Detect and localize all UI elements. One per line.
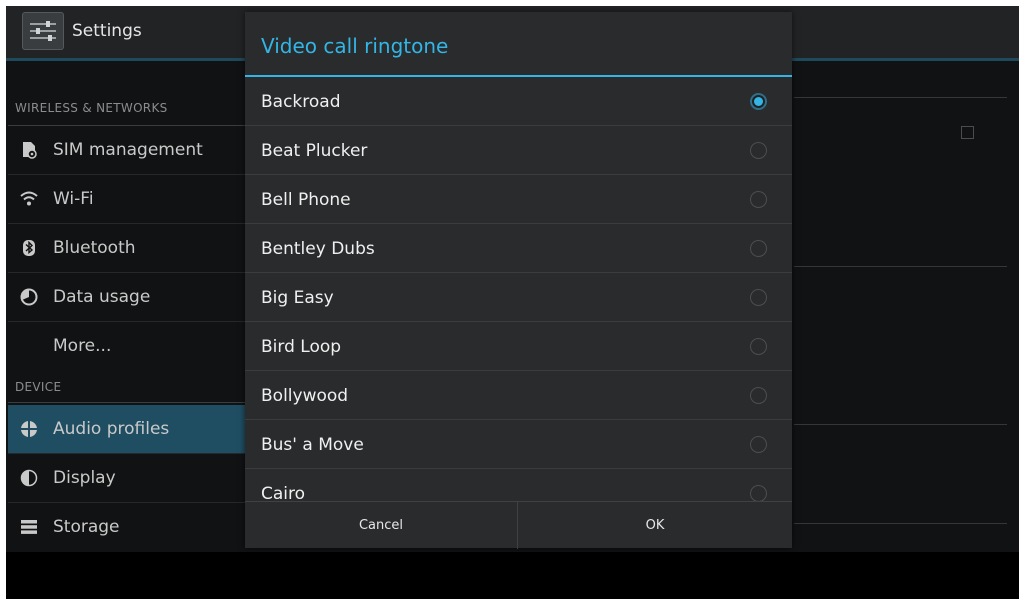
radio-button[interactable]: [750, 142, 767, 159]
storage-icon: [21, 520, 37, 534]
ringtone-option-label: Bollywood: [261, 386, 349, 406]
ringtone-option[interactable]: Backroad: [245, 77, 792, 126]
radio-button[interactable]: [750, 485, 767, 501]
section-divider: [8, 402, 246, 403]
cancel-button[interactable]: Cancel: [245, 502, 517, 549]
sim-card-icon: [23, 142, 37, 159]
system-navigation-bar: [6, 552, 1019, 599]
sidebar-item-wifi[interactable]: Wi-Fi: [8, 175, 246, 223]
sidebar-item-label: Display: [53, 468, 116, 488]
ringtone-option[interactable]: Bollywood: [245, 371, 792, 420]
radio-button[interactable]: [750, 191, 767, 208]
ringtone-option[interactable]: Beat Plucker: [245, 126, 792, 175]
audio-profiles-icon: [21, 421, 37, 437]
radio-button[interactable]: [750, 338, 767, 355]
sidebar-item-label: Data usage: [53, 287, 151, 307]
detail-divider: [794, 523, 1007, 524]
sidebar-item-more[interactable]: More...: [8, 322, 246, 370]
ringtone-dialog: Video call ringtone Backroad Beat Plucke…: [245, 12, 792, 549]
sidebar-item-label: Audio profiles: [53, 419, 170, 439]
radio-button-selected[interactable]: [750, 93, 767, 110]
radio-button[interactable]: [750, 289, 767, 306]
dialog-button-bar: Cancel OK: [245, 501, 792, 549]
detail-divider: [794, 97, 1007, 98]
ringtone-option-label: Bird Loop: [261, 337, 342, 357]
ringtone-option-label: Beat Plucker: [261, 141, 368, 161]
ringtone-option-label: Big Easy: [261, 288, 334, 308]
ringtone-option-label: Backroad: [261, 92, 341, 112]
ringtone-option[interactable]: Big Easy: [245, 273, 792, 322]
sidebar-item-label: Bluetooth: [53, 238, 136, 258]
sidebar-item-label: More...: [53, 336, 112, 356]
sidebar-item-storage[interactable]: Storage: [8, 503, 246, 551]
sidebar-item-display[interactable]: Display: [8, 454, 246, 502]
sidebar-item-label: Wi-Fi: [53, 189, 94, 209]
radio-button[interactable]: [750, 387, 767, 404]
app-title: Settings: [72, 21, 142, 41]
detail-checkbox[interactable]: [961, 126, 974, 139]
display-icon: [20, 469, 38, 487]
sidebar-item-label: SIM management: [53, 140, 203, 160]
ringtone-option[interactable]: Bus' a Move: [245, 420, 792, 469]
ringtone-option[interactable]: Bentley Dubs: [245, 224, 792, 273]
ringtone-option-label: Bus' a Move: [261, 435, 364, 455]
ringtone-option[interactable]: Bell Phone: [245, 175, 792, 224]
bluetooth-icon: [23, 240, 35, 256]
ringtone-option-label: Bentley Dubs: [261, 239, 375, 259]
ringtone-option-label: Bell Phone: [261, 190, 351, 210]
detail-divider: [794, 424, 1007, 425]
android-screen: Settings WIRELESS & NETWORKS SIM managem…: [6, 6, 1019, 599]
ok-button[interactable]: OK: [518, 502, 792, 549]
ringtone-option[interactable]: Cairo: [245, 469, 792, 501]
sidebar-item-label: Storage: [53, 517, 120, 537]
detail-divider: [794, 266, 1007, 267]
wifi-icon: [20, 191, 38, 206]
data-usage-icon: [20, 288, 38, 306]
ringtone-option-label: Cairo: [261, 484, 306, 501]
ringtone-option[interactable]: Bird Loop: [245, 322, 792, 371]
sidebar-item-bluetooth[interactable]: Bluetooth: [8, 224, 246, 272]
radio-button[interactable]: [750, 240, 767, 257]
sidebar-item-audio-profiles[interactable]: Audio profiles: [8, 405, 246, 453]
section-header-device: DEVICE: [15, 380, 62, 394]
dialog-title: Video call ringtone: [261, 34, 449, 58]
ringtone-list[interactable]: Backroad Beat Plucker Bell Phone Bentley…: [245, 77, 792, 501]
settings-sliders-icon[interactable]: [22, 12, 64, 50]
radio-button[interactable]: [750, 436, 767, 453]
sidebar-item-data-usage[interactable]: Data usage: [8, 273, 246, 321]
section-header-wireless: WIRELESS & NETWORKS: [15, 101, 168, 115]
sidebar-item-sim-management[interactable]: SIM management: [8, 126, 246, 174]
settings-sidebar: WIRELESS & NETWORKS SIM management Wi-Fi: [6, 61, 246, 561]
